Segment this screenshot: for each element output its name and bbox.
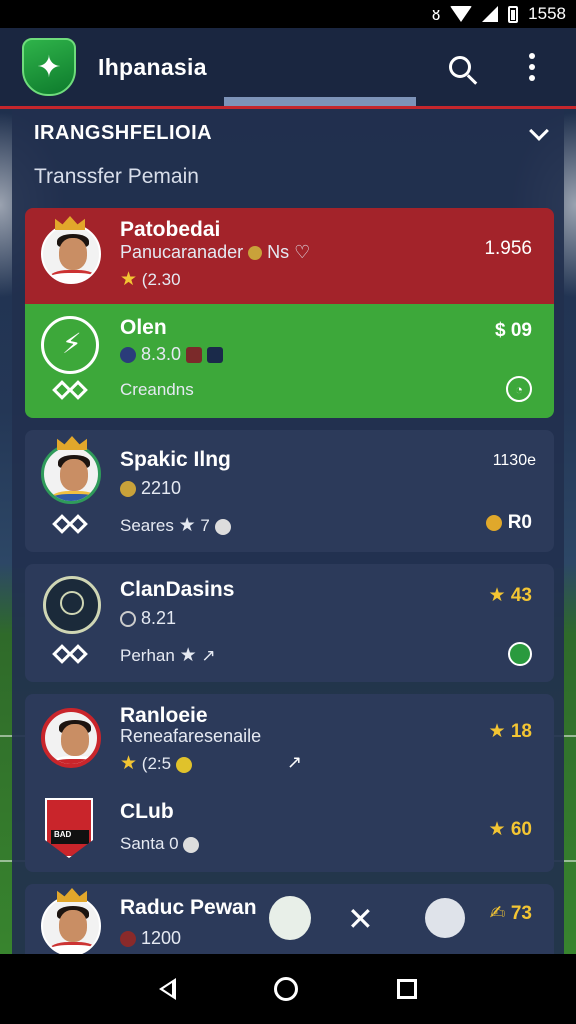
arrow-icon: ↗ <box>201 646 216 665</box>
swap-icon <box>51 514 93 536</box>
club-badge-icon <box>120 931 136 948</box>
player-name: Raduc Pewan <box>120 896 257 919</box>
coin-icon <box>175 756 192 773</box>
star-icon: ★ <box>120 269 138 290</box>
tools-icon[interactable]: ✕ <box>347 900 374 938</box>
club-name: CLub <box>120 800 174 823</box>
player-detail: 2210 <box>120 478 181 499</box>
rating-value: ★ 43 <box>488 585 532 606</box>
player-avatar <box>41 444 101 504</box>
player-avatar <box>41 896 101 956</box>
secondary-value: R0 <box>486 512 532 534</box>
badge-icon[interactable] <box>425 898 465 938</box>
club-badge-icon <box>248 246 263 261</box>
section-title: IRANGSHFELIOIA <box>34 122 213 144</box>
battery-icon <box>508 5 519 23</box>
chevron-down-icon[interactable] <box>529 120 549 141</box>
coin-icon <box>486 514 503 531</box>
tab-indicator <box>224 97 416 106</box>
club-badge-icon <box>186 347 203 364</box>
player-avatar <box>41 224 101 284</box>
star-outline-icon: ★ <box>178 515 196 536</box>
player-detail: Panucaranader Ns ♡ <box>120 242 311 262</box>
recents-icon[interactable] <box>396 979 417 999</box>
transfer-value: 1.956 <box>484 238 532 259</box>
clock-icon[interactable]: ◔ <box>506 376 532 402</box>
shield-logo-icon[interactable]: ✦ <box>22 38 76 96</box>
player-name: Patobedai <box>120 218 221 241</box>
player-detail: 1200 <box>120 928 181 949</box>
player-status: Perhan ★ ↗ <box>120 645 216 666</box>
star-icon: ★ <box>488 585 506 606</box>
player-detail: 8.3.0 <box>120 344 224 365</box>
back-icon[interactable] <box>159 978 177 1000</box>
transfer-card[interactable]: Patobedai Panucaranader Ns ♡ ★ (2.30 1.9… <box>25 208 554 304</box>
status-time: 1558 <box>528 4 566 23</box>
section-subtitle: Transsfer Pemain <box>34 165 199 188</box>
player-detail: Reneafaresenaile <box>120 726 262 746</box>
rating-value: ★ 18 <box>488 721 532 742</box>
player-status: Creandns <box>120 380 194 399</box>
player-rating: ★ (2:5 <box>120 752 192 775</box>
signal-icon <box>482 6 499 22</box>
rating-value: ✍ 73 <box>489 903 532 924</box>
wifi-icon <box>450 6 473 22</box>
section-header[interactable]: IRANGSHFELIOIA <box>34 120 549 145</box>
transfer-card[interactable]: Spakic Ilng 2210 Seares ★ 7 1130e R0 <box>25 430 554 552</box>
star-icon: ★ <box>120 753 138 774</box>
accent-divider <box>0 106 576 109</box>
crown-icon <box>57 436 87 450</box>
arrow-icon: ↗ <box>287 752 303 772</box>
search-button[interactable] <box>438 45 482 89</box>
transfer-value: 1130e <box>492 452 536 469</box>
crown-icon <box>55 216 85 230</box>
rating-value: ★ 60 <box>488 819 532 840</box>
star-icon: ★ <box>488 819 506 840</box>
more-vert-icon <box>529 53 535 81</box>
transfer-value: $ 09 <box>495 320 532 341</box>
club-badge-icon <box>207 347 224 364</box>
club-badge-icon <box>508 642 532 666</box>
lightning-crest-icon: ⚡ <box>41 316 99 374</box>
player-avatar <box>41 708 101 768</box>
player-status: Seares ★ 7 <box>120 514 231 537</box>
club-badge-icon <box>120 347 136 364</box>
more-options-button[interactable] <box>510 45 554 89</box>
club-crest-icon[interactable] <box>269 896 311 940</box>
club-detail: Santa 0 <box>120 834 200 854</box>
swap-icon <box>51 644 93 666</box>
system-nav-bar <box>0 954 576 1024</box>
ball-icon <box>183 836 200 853</box>
club-badge-icon <box>120 481 136 498</box>
player-name: Ranloeie <box>120 704 208 727</box>
player-rating: ★ (2.30 <box>120 269 181 290</box>
thumb-icon: ✍ <box>489 903 506 924</box>
vibrate-icon: ᴕ <box>431 3 441 24</box>
search-icon <box>449 56 471 78</box>
club-crest-icon <box>43 576 101 634</box>
transfer-card[interactable]: ClanDasins 8.21 Perhan ★ ↗ ★ 43 <box>25 564 554 682</box>
home-icon[interactable] <box>274 977 299 1001</box>
crown-icon <box>57 888 87 902</box>
player-name: Olen <box>120 316 167 339</box>
ball-icon <box>214 518 231 535</box>
transfer-card[interactable]: Ranloeie Reneafaresenaile ★ (2:5 ↗ ★ 18 … <box>25 694 554 872</box>
player-name: ClanDasins <box>120 578 235 601</box>
star-icon: ★ <box>488 721 506 742</box>
club-crest-text: BAD <box>54 830 72 839</box>
swap-icon <box>51 380 93 402</box>
dollar-icon: $ <box>495 320 506 341</box>
club-crest-icon <box>45 798 93 858</box>
club-badge-icon <box>120 611 136 628</box>
app-title: Ihpanasia <box>98 53 207 80</box>
app-bar: ✦ Ihpanasia <box>0 28 576 106</box>
player-detail: 8.21 <box>120 608 176 629</box>
star-outline-icon: ★ <box>179 645 197 666</box>
status-bar: ᴕ 1558 <box>0 0 576 28</box>
transfer-card[interactable]: ⚡ Olen 8.3.0 Creandns $ 09 ◔ <box>25 304 554 418</box>
player-name: Spakic Ilng <box>120 448 231 471</box>
